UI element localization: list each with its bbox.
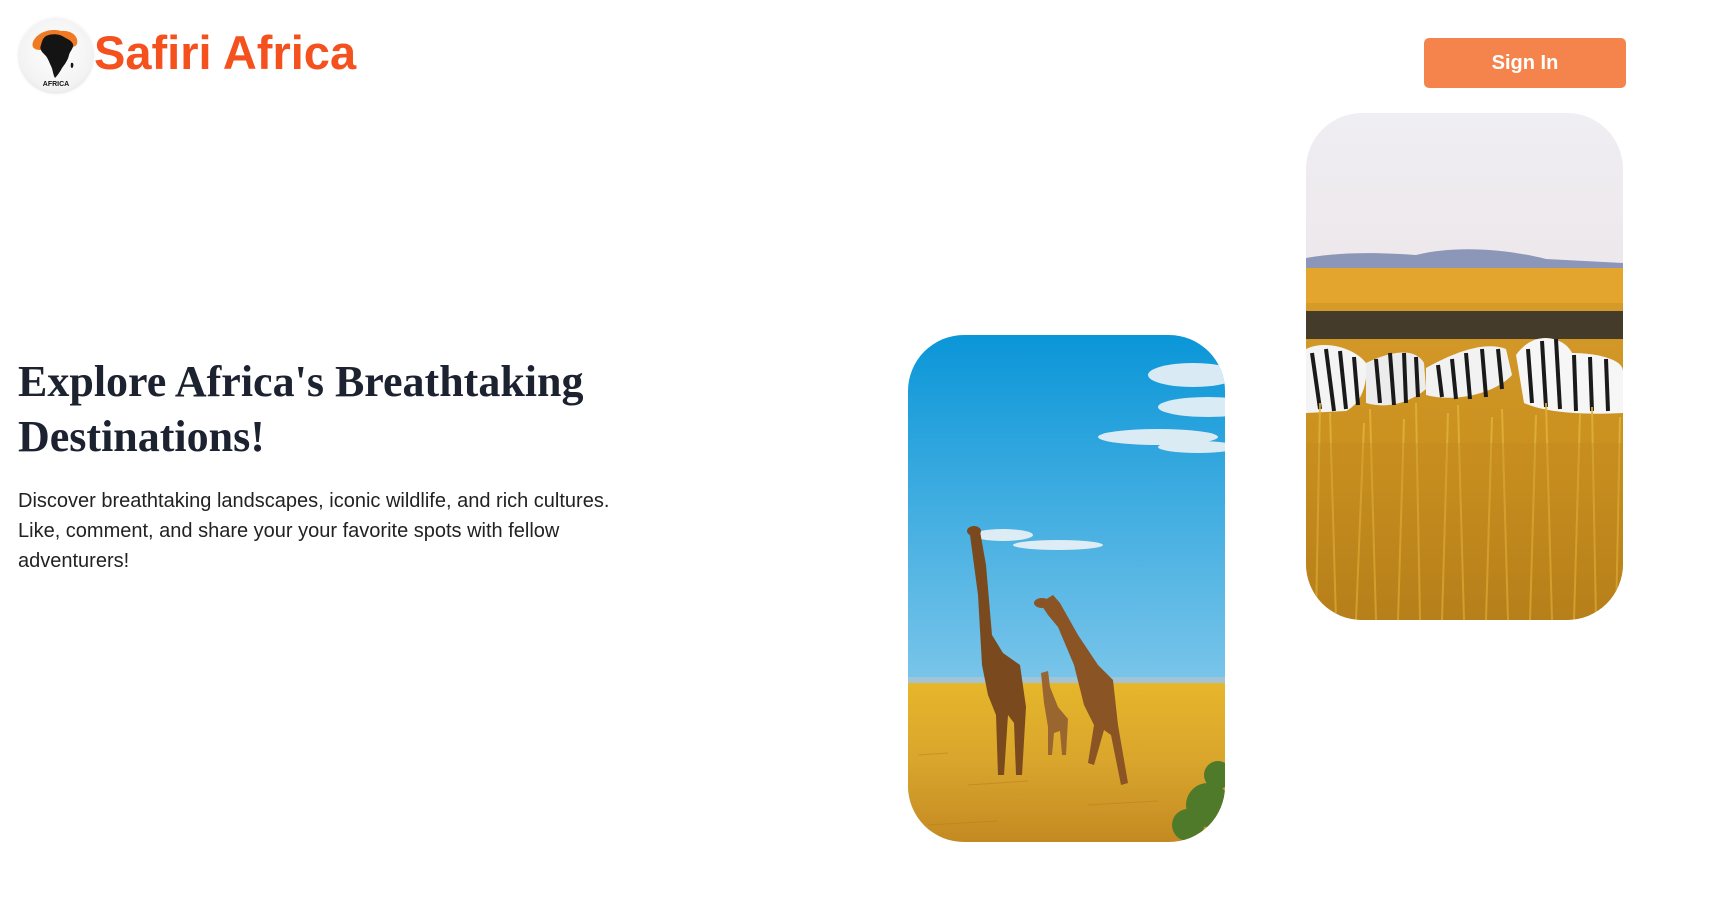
logo[interactable]: AFRICA — [19, 18, 93, 92]
brand-name[interactable]: Safiri Africa — [94, 24, 356, 82]
africa-map-logo-icon: AFRICA — [32, 30, 78, 88]
giraffes-savanna-photo — [908, 335, 1225, 842]
zebras-grassland-photo — [1306, 113, 1623, 620]
sign-in-button[interactable]: Sign In — [1424, 38, 1626, 88]
hero-description: Discover breathtaking landscapes, iconic… — [18, 490, 610, 572]
logo-text: AFRICA — [43, 81, 69, 88]
hero-title: Explore Africa's Breathtaking Destinatio… — [18, 357, 584, 461]
